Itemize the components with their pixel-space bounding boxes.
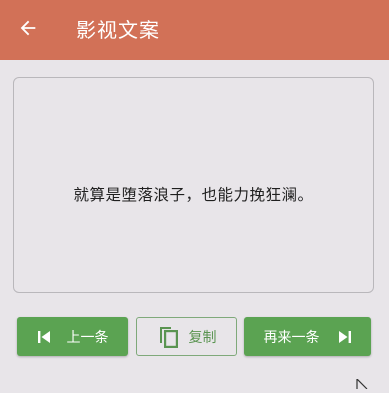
skip-next-icon: [338, 330, 352, 344]
skip-previous-icon: [37, 330, 51, 344]
prev-button[interactable]: 上一条: [17, 317, 128, 356]
quote-card: 就算是堕落浪子，也能力挽狂澜。: [13, 77, 374, 293]
next-button-label: 再来一条: [263, 329, 320, 346]
quote-text: 就算是堕落浪子，也能力挽狂澜。: [73, 186, 314, 204]
back-button[interactable]: [14, 16, 42, 44]
copy-button[interactable]: 复制: [136, 317, 237, 356]
app-bar: 影视文案: [0, 0, 389, 60]
copy-icon: [157, 325, 179, 349]
copy-button-label: 复制: [188, 329, 217, 346]
prev-button-label: 上一条: [66, 329, 109, 346]
arrow-left-icon: [17, 17, 39, 43]
page-title: 影视文案: [76, 18, 160, 42]
next-button[interactable]: 再来一条: [244, 317, 371, 356]
